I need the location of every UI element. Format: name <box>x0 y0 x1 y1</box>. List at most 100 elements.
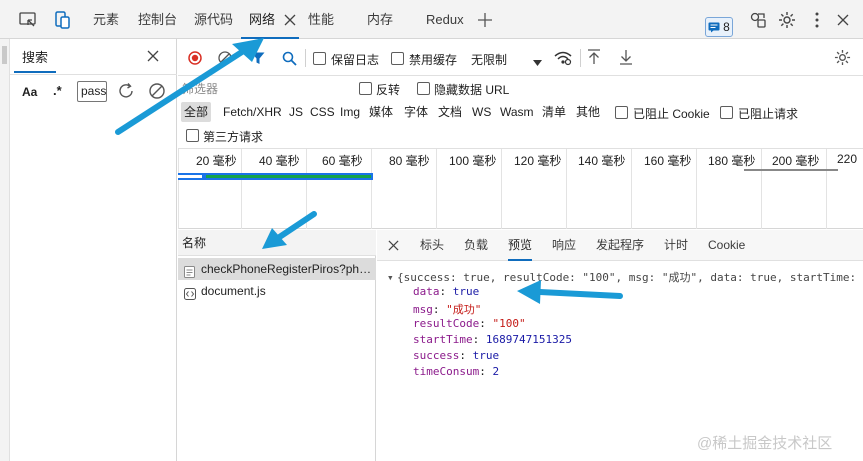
tab-initiator[interactable]: 发起程序 <box>596 230 644 261</box>
inspect-icon[interactable] <box>17 9 39 31</box>
json-field[interactable]: data: true <box>413 285 479 298</box>
tab-sources[interactable]: 源代码 <box>194 0 233 39</box>
record-icon[interactable] <box>188 51 202 68</box>
timeline-tick: 200 毫秒 <box>772 154 820 168</box>
gear-icon[interactable] <box>776 9 798 31</box>
drawer-strip <box>0 39 10 461</box>
timeline-gridline <box>566 149 567 229</box>
timeline-tick: 60 毫秒 <box>322 154 363 168</box>
close-icon[interactable] <box>832 9 854 31</box>
type-media[interactable]: 媒体 <box>366 102 396 122</box>
json-root[interactable]: ▾ {success: true, resultCode: "100", msg:… <box>387 269 856 285</box>
blocked-cookies-checkbox[interactable] <box>615 106 628 119</box>
request-row[interactable]: document.js <box>178 280 376 302</box>
json-value: 1689747151325 <box>485 333 572 346</box>
json-key: success <box>413 349 460 362</box>
expand-triangle-icon[interactable]: ▾ <box>387 271 397 284</box>
tab-network[interactable]: 网络 <box>249 0 275 39</box>
type-fetch-xhr[interactable]: Fetch/XHR <box>220 102 285 122</box>
filter-icon[interactable] <box>251 52 265 68</box>
device-toggle-icon[interactable] <box>51 9 73 31</box>
request-list: 名称 checkPhoneRegisterPiros?phone= docume… <box>178 230 376 461</box>
type-img[interactable]: Img <box>337 102 363 122</box>
close-tab-icon[interactable] <box>279 9 301 31</box>
search-icon[interactable] <box>282 51 297 69</box>
json-colon: : <box>439 285 453 298</box>
regex-button[interactable]: .* <box>53 83 62 98</box>
tab-payload[interactable]: 负载 <box>464 230 488 261</box>
tab-redux[interactable]: Redux <box>426 0 464 39</box>
divider <box>10 74 177 75</box>
tab-performance[interactable]: 性能 <box>308 0 334 39</box>
type-wasm[interactable]: Wasm <box>497 102 537 122</box>
network-conditions-icon[interactable] <box>554 50 572 69</box>
network-settings-icon[interactable] <box>834 49 851 69</box>
third-party-checkbox[interactable] <box>186 129 199 142</box>
type-manifest[interactable]: 清单 <box>539 102 569 122</box>
json-colon: : <box>479 317 493 330</box>
tab-cookies[interactable]: Cookie <box>708 230 745 261</box>
blocked-requests-checkbox[interactable] <box>720 106 733 119</box>
tab-timing[interactable]: 计时 <box>664 230 688 261</box>
share-icon[interactable] <box>747 9 769 31</box>
close-detail-icon[interactable] <box>388 240 399 254</box>
issues-badge[interactable]: 8 <box>705 17 733 37</box>
clear-icon[interactable] <box>148 82 166 103</box>
chevron-down-icon[interactable] <box>533 55 542 69</box>
issues-count: 8 <box>723 20 730 34</box>
more-icon[interactable] <box>806 9 828 31</box>
json-field[interactable]: startTime: 1689747151325 <box>413 333 572 346</box>
hide-data-urls-label: 隐藏数据 URL <box>434 83 510 97</box>
timeline-gridline <box>501 149 502 229</box>
type-font[interactable]: 字体 <box>401 102 431 122</box>
filter-bar: 筛选器 反转 隐藏数据 URL 全部 Fetch/XHR JS CSS Img … <box>178 77 863 149</box>
watermark: @稀土掘金技术社区 <box>697 435 833 452</box>
search-panel: 搜索 Aa .* pass <box>0 39 177 461</box>
import-har-icon[interactable] <box>587 49 601 68</box>
search-input[interactable]: pass <box>77 81 107 102</box>
export-har-icon[interactable] <box>619 49 633 68</box>
drawer-mark <box>2 46 7 64</box>
preserve-log-label: 保留日志 <box>331 53 380 67</box>
network-overview[interactable]: 20 毫秒 40 毫秒 60 毫秒 80 毫秒 100 毫秒 120 毫秒 14… <box>178 149 863 229</box>
tab-console[interactable]: 控制台 <box>138 0 177 39</box>
timeline-range-line <box>744 169 838 171</box>
tab-memory[interactable]: 内存 <box>367 0 393 39</box>
hide-data-urls-checkbox[interactable] <box>417 82 430 95</box>
clear-log-icon[interactable] <box>218 51 232 68</box>
timeline-bar-green <box>206 175 371 178</box>
name-column-header[interactable]: 名称 <box>178 230 376 256</box>
type-css[interactable]: CSS <box>307 102 338 122</box>
add-tab-icon[interactable] <box>474 9 496 31</box>
issues-icon <box>708 22 720 32</box>
filter-input[interactable]: 筛选器 <box>180 79 345 99</box>
type-js[interactable]: JS <box>286 102 306 122</box>
type-ws[interactable]: WS <box>469 102 494 122</box>
tab-preview[interactable]: 预览 <box>508 230 533 261</box>
close-search-icon[interactable] <box>147 50 159 65</box>
json-summary: {success: true, resultCode: "100", msg: … <box>397 271 857 284</box>
type-other[interactable]: 其他 <box>573 102 603 122</box>
json-colon: : <box>472 333 486 346</box>
json-field[interactable]: resultCode: "100" <box>413 317 526 330</box>
tab-response[interactable]: 响应 <box>552 230 576 261</box>
disable-cache-checkbox[interactable] <box>391 52 404 65</box>
request-row[interactable]: checkPhoneRegisterPiros?phone= <box>178 258 376 280</box>
json-field[interactable]: msg: "成功" <box>413 301 481 317</box>
match-case-button[interactable]: Aa <box>22 85 37 99</box>
json-key: timeConsum <box>413 365 480 378</box>
json-field[interactable]: timeConsum: 2 <box>413 365 499 378</box>
timeline-tick: 20 毫秒 <box>196 154 237 168</box>
json-field[interactable]: success: true <box>413 349 499 362</box>
tab-headers[interactable]: 标头 <box>420 230 444 261</box>
tab-elements[interactable]: 元素 <box>93 0 119 39</box>
preserve-log-checkbox[interactable] <box>313 52 326 65</box>
type-all[interactable]: 全部 <box>181 102 212 122</box>
throttle-select[interactable]: 无限制 <box>471 51 507 68</box>
type-doc[interactable]: 文档 <box>435 102 465 122</box>
json-colon: : <box>459 349 473 362</box>
invert-checkbox[interactable] <box>359 82 372 95</box>
search-tab[interactable]: 搜索 <box>14 43 56 73</box>
refresh-icon[interactable] <box>117 82 135 103</box>
disable-cache-label: 禁用缓存 <box>409 53 458 67</box>
